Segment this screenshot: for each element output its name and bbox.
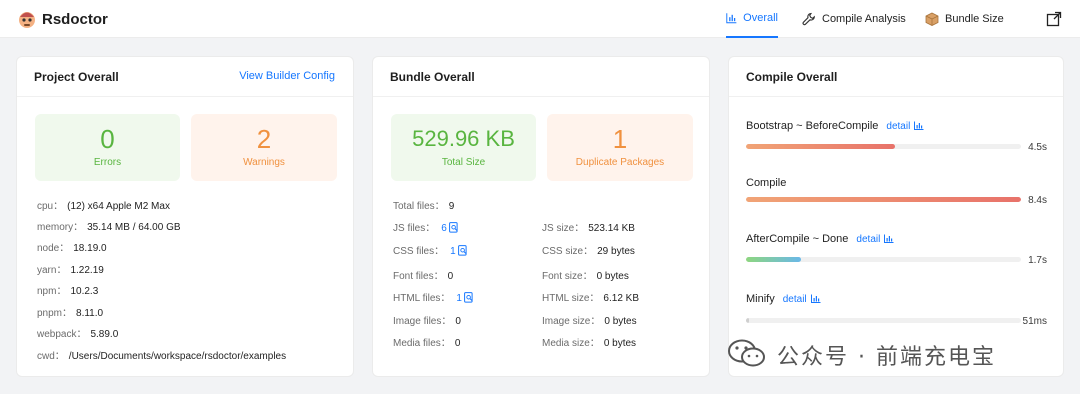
html-files-link[interactable]: 1 bbox=[456, 292, 474, 304]
phase-label-aftercompile: AfterCompile ~ Done detail bbox=[746, 233, 894, 245]
bundle-image-size: Image size： 0 bytes bbox=[542, 316, 637, 327]
total-size-value: 529.96 KB bbox=[412, 126, 515, 151]
phase-label-bootstrap: Bootstrap ~ BeforeCompile detail bbox=[746, 120, 924, 132]
warnings-label: Warnings bbox=[243, 157, 285, 168]
project-overall-card: Project Overall View Builder Config 0 Er… bbox=[16, 56, 354, 377]
top-header: Rsdoctor Overall Compile Analysis Bundle… bbox=[0, 0, 1080, 38]
compile-card-title: Compile Overall bbox=[746, 70, 838, 84]
total-size-label: Total Size bbox=[441, 157, 486, 168]
bundle-image-files: Image files： 0 bbox=[393, 316, 461, 327]
compile-card-header: Compile Overall bbox=[729, 57, 1063, 97]
css-files-link[interactable]: 1 bbox=[450, 245, 468, 257]
env-row-node: node： 18.19.0 bbox=[37, 243, 107, 254]
phase-detail-link[interactable]: detail bbox=[783, 294, 821, 305]
view-builder-config-link[interactable]: View Builder Config bbox=[239, 70, 335, 82]
bundle-js-size: JS size： 523.14 KB bbox=[542, 223, 635, 234]
tab-bundle-size[interactable]: Bundle Size bbox=[925, 0, 1004, 38]
file-search-icon bbox=[448, 222, 458, 233]
phase-detail-link[interactable]: detail bbox=[886, 121, 924, 132]
bundle-js-files: JS files： 6 bbox=[393, 219, 459, 234]
tab-compile-analysis[interactable]: Compile Analysis bbox=[802, 0, 906, 38]
bundle-overall-card: Bundle Overall 529.96 KB Total Size 1 Du… bbox=[372, 56, 710, 377]
rsdoctor-logo-icon bbox=[19, 12, 35, 28]
env-row-yarn: yarn： 1.22.19 bbox=[37, 265, 104, 276]
watermark-text: 公众号 · 前端充电宝 bbox=[777, 345, 996, 370]
js-files-link[interactable]: 6 bbox=[441, 222, 459, 234]
phase-progress-fill bbox=[746, 318, 749, 323]
external-link-icon[interactable] bbox=[1046, 11, 1062, 27]
compile-overall-card: Compile Overall Bootstrap ~ BeforeCompil… bbox=[728, 56, 1064, 377]
phase-detail-link[interactable]: detail bbox=[856, 234, 894, 245]
wechat-icon bbox=[728, 339, 765, 367]
app-title: Rsdoctor bbox=[42, 11, 108, 28]
phase-progress-track bbox=[746, 318, 1021, 323]
bar-chart-icon bbox=[810, 294, 821, 303]
phase-label-compile: Compile bbox=[746, 177, 787, 189]
bundle-card-header: Bundle Overall bbox=[373, 57, 709, 97]
bar-chart-icon bbox=[884, 234, 894, 243]
package-box-icon bbox=[925, 12, 939, 26]
env-row-pnpm: pnpm： 8.11.0 bbox=[37, 308, 104, 319]
phase-duration: 51ms bbox=[1022, 316, 1047, 327]
bundle-total-files: Total files： 9 bbox=[393, 201, 455, 212]
env-row-cwd: cwd：/Users/Documents/workspace/rsdoctor/… bbox=[37, 351, 287, 362]
tab-bundle-size-label: Bundle Size bbox=[945, 13, 1004, 25]
bundle-font-files: Font files： 0 bbox=[393, 271, 454, 282]
wrench-icon bbox=[802, 12, 815, 26]
errors-stat[interactable]: 0 Errors bbox=[35, 114, 180, 181]
bar-chart-icon bbox=[726, 13, 737, 24]
bundle-html-files: HTML files： 1 bbox=[393, 289, 474, 304]
phase-progress-track bbox=[746, 197, 1021, 202]
phase-progress-fill bbox=[746, 197, 1021, 202]
bundle-card-title: Bundle Overall bbox=[390, 70, 475, 84]
errors-label: Errors bbox=[93, 157, 122, 168]
env-row-npm: npm： 10.2.3 bbox=[37, 286, 99, 297]
total-size-stat[interactable]: 529.96 KB Total Size bbox=[391, 114, 536, 181]
bundle-media-files: Media files： 0 bbox=[393, 338, 461, 349]
bundle-media-size: Media size： 0 bytes bbox=[542, 338, 637, 349]
tab-compile-analysis-label: Compile Analysis bbox=[822, 13, 906, 25]
env-row-cpu: cpu： (12) x64 Apple M2 Max bbox=[37, 201, 170, 212]
project-card-header: Project Overall View Builder Config bbox=[17, 57, 353, 97]
bundle-css-size: CSS size： 29 bytes bbox=[542, 246, 635, 257]
warnings-stat[interactable]: 2 Warnings bbox=[191, 114, 337, 181]
bundle-font-size: Font size： 0 bytes bbox=[542, 271, 629, 282]
errors-count: 0 bbox=[100, 124, 115, 154]
bar-chart-icon bbox=[914, 121, 924, 130]
phase-duration: 8.4s bbox=[1028, 195, 1047, 206]
phase-progress-fill bbox=[746, 257, 801, 262]
bundle-html-size: HTML size： 6.12 KB bbox=[542, 293, 640, 304]
wechat-watermark: 公众号 · 前端充电宝 bbox=[727, 336, 1057, 370]
project-card-title: Project Overall bbox=[34, 70, 119, 84]
file-search-icon bbox=[464, 292, 473, 303]
phase-progress-track bbox=[746, 144, 1021, 149]
warnings-count: 2 bbox=[256, 124, 272, 154]
duplicate-packages-label: Duplicate Packages bbox=[575, 157, 665, 168]
duplicate-packages-count: 1 bbox=[612, 124, 628, 154]
file-search-icon bbox=[457, 245, 467, 256]
phase-progress-fill bbox=[746, 144, 895, 149]
env-row-webpack: webpack： 5.89.0 bbox=[37, 329, 119, 340]
env-row-memory: memory： 35.14 MB / 64.00 GB bbox=[37, 222, 181, 233]
phase-progress-track bbox=[746, 257, 1021, 262]
tab-overall[interactable]: Overall bbox=[726, 0, 778, 38]
tab-overall-label: Overall bbox=[743, 12, 778, 24]
phase-duration: 1.7s bbox=[1028, 255, 1047, 266]
bundle-css-files: CSS files： 1 bbox=[393, 242, 468, 257]
phase-duration: 4.5s bbox=[1028, 142, 1047, 153]
duplicate-packages-stat[interactable]: 1 Duplicate Packages bbox=[547, 114, 693, 181]
phase-label-minify: Minify detail bbox=[746, 293, 821, 305]
